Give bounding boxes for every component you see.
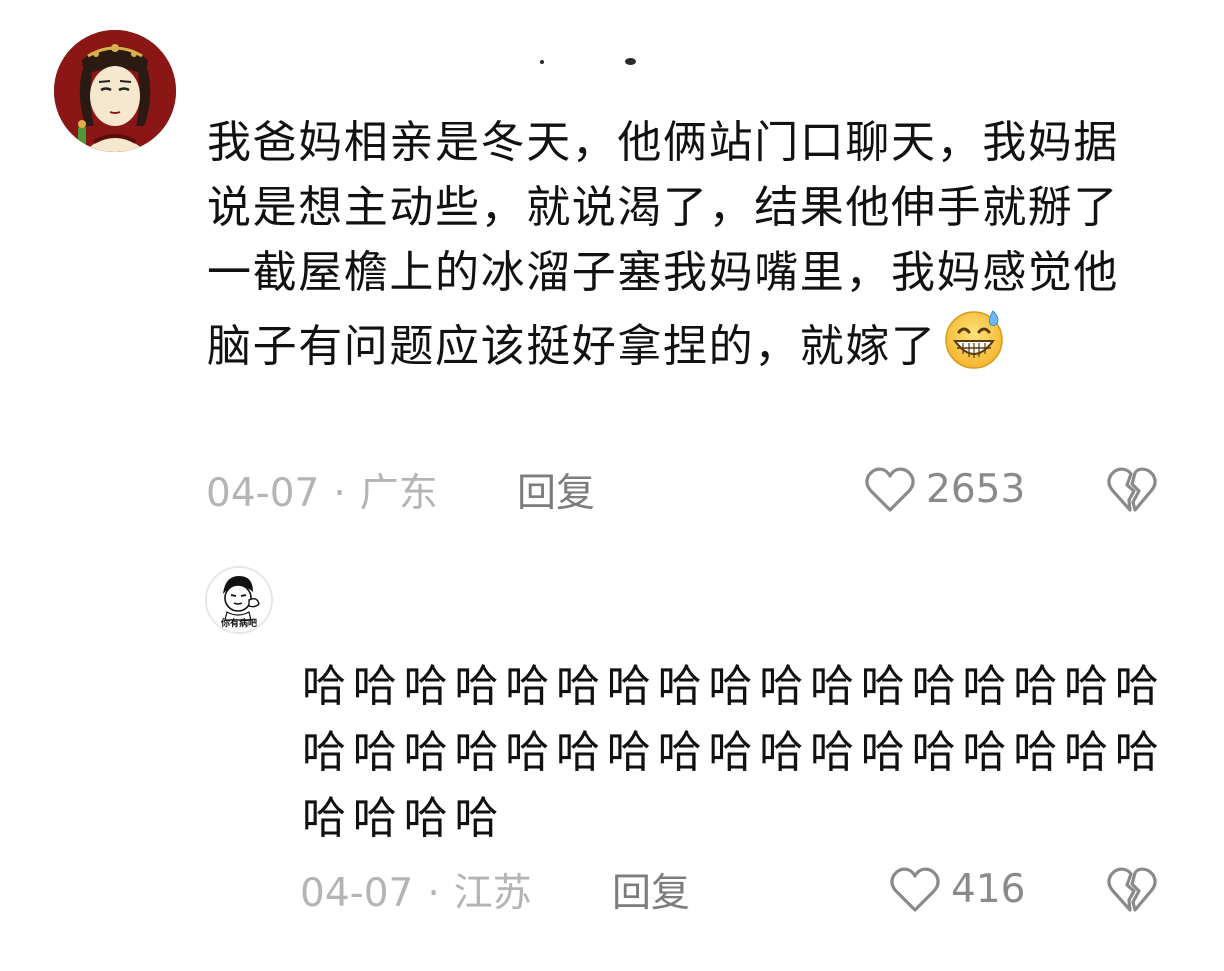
avatar-caption: 你有病吧 [220, 619, 257, 629]
image-speck [625, 58, 636, 65]
like-button[interactable]: 416 [889, 866, 1025, 914]
avatar-cartoon-woman-icon [54, 30, 176, 152]
like-count: 416 [951, 867, 1026, 912]
dislike-button[interactable] [1106, 866, 1158, 916]
heart-outline-icon [865, 467, 915, 512]
like-button[interactable]: 2653 [864, 466, 1025, 514]
dislike-button[interactable] [1106, 466, 1158, 516]
comment-text: 我爸妈相亲是冬天，他俩站门口聊天，我妈据说是想主动些，就说渴了，结果他伸手就掰了… [207, 110, 1137, 379]
comment-location: 江苏 [453, 871, 532, 916]
grinning-sweat-emoji-icon [941, 305, 1007, 371]
reply-button[interactable]: 回复 [517, 470, 595, 518]
comment-date: 04-07 [206, 471, 320, 516]
comment-meta: 04-07 · 江苏 [300, 870, 532, 918]
reply-button[interactable]: 回复 [612, 870, 690, 918]
avatar[interactable] [54, 30, 176, 152]
comment-meta: 04-07 · 广东 [206, 470, 438, 518]
comment-text: 哈哈哈哈哈哈哈哈哈哈哈哈哈哈哈哈哈哈哈哈哈哈哈哈哈哈哈哈哈哈哈哈哈哈哈哈哈哈 [302, 661, 1166, 844]
image-speck [540, 60, 544, 64]
avatar[interactable]: 你有病吧 [205, 566, 273, 634]
like-count: 2653 [926, 467, 1026, 512]
comment-date: 04-07 [300, 871, 414, 916]
broken-heart-icon [1107, 867, 1157, 912]
meta-separator: · [427, 871, 440, 916]
broken-heart-icon [1107, 467, 1157, 512]
comment-location: 广东 [359, 471, 438, 516]
meta-separator: · [333, 471, 346, 516]
heart-outline-icon [890, 867, 940, 912]
